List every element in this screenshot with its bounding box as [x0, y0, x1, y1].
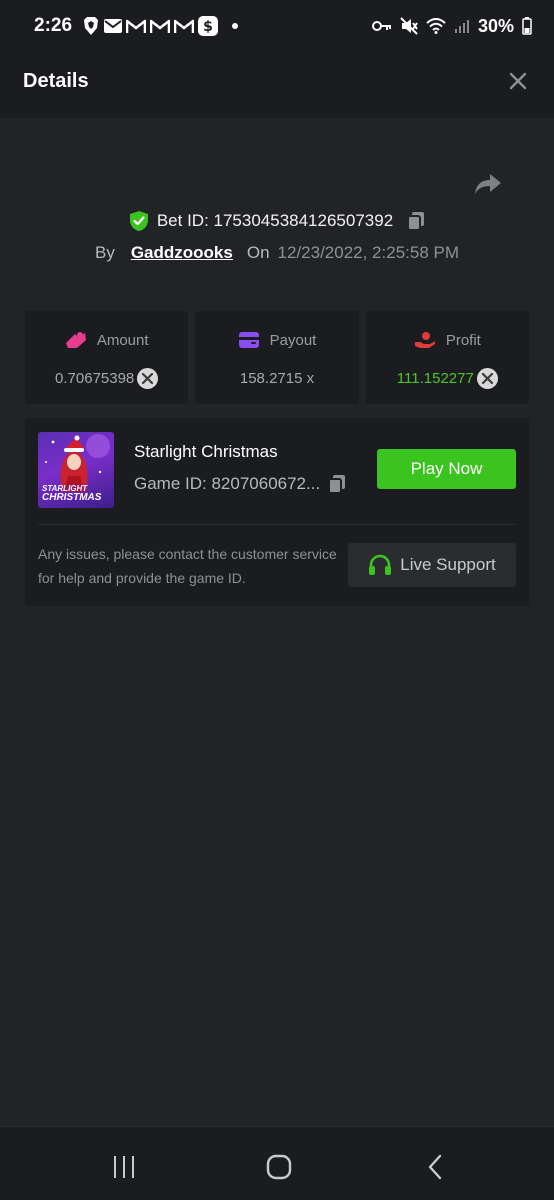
close-button[interactable] — [504, 67, 532, 95]
amount-stat: Amount 0.70675398 — [25, 311, 189, 404]
bet-id-row: Bet ID: 1753045384126507392 — [0, 204, 554, 238]
profit-label: Profit — [445, 331, 481, 349]
home-button[interactable] — [261, 1149, 297, 1185]
coin-icon — [137, 367, 159, 389]
live-support-button[interactable]: Live Support — [348, 543, 516, 587]
recents-button[interactable] — [106, 1149, 142, 1185]
game-thumbnail[interactable]: STARLIGHT CHRISTMAS — [38, 432, 114, 508]
copy-game-id-button[interactable] — [328, 474, 346, 494]
amount-label: Amount — [96, 331, 149, 349]
brave-icon — [82, 16, 100, 36]
cash-app-icon: $ — [198, 16, 219, 36]
mute-icon — [400, 17, 418, 35]
recents-icon — [114, 1156, 134, 1178]
by-label: By — [94, 243, 115, 262]
bet-stats: Amount 0.70675398 Payout 158.2715 x Prof… — [25, 311, 529, 404]
back-icon — [428, 1154, 442, 1180]
username-link[interactable]: Gaddzoooks — [131, 243, 233, 263]
copy-bet-id-button[interactable] — [407, 211, 425, 231]
gmail-icon — [150, 19, 171, 34]
game-thumbnail-title: STARLIGHT CHRISTMAS — [42, 484, 102, 503]
close-icon — [509, 72, 527, 90]
home-icon — [266, 1154, 292, 1180]
payout-value: 158.2715 x — [239, 369, 315, 387]
amount-value: 0.70675398 — [55, 369, 135, 387]
details-header: Details — [0, 44, 554, 118]
mail-icon — [104, 19, 123, 33]
page-title: Details — [23, 69, 89, 92]
wifi-icon — [426, 18, 446, 34]
payout-label: Payout — [269, 331, 317, 349]
profit-value: 111.152277 — [396, 369, 474, 387]
live-support-label: Live Support — [400, 555, 496, 574]
card-icon — [238, 331, 260, 349]
gmail-icon — [126, 19, 147, 34]
copy-icon — [407, 212, 425, 231]
notification-icons: $ — [82, 16, 239, 36]
bet-id: Bet ID: 1753045384126507392 — [156, 211, 394, 230]
on-label: On — [246, 243, 270, 262]
play-now-button[interactable]: Play Now — [377, 449, 516, 489]
card-divider — [38, 524, 516, 525]
battery-icon — [522, 17, 532, 35]
status-time: 2:26 — [34, 15, 73, 36]
payout-stat: Payout 158.2715 x — [195, 311, 359, 404]
support-text: Any issues, please contact the customer … — [38, 546, 337, 586]
signal-icon — [454, 18, 470, 34]
key-icon — [371, 20, 392, 32]
share-icon — [475, 174, 501, 194]
amount-icon — [65, 331, 87, 349]
game-card: STARLIGHT CHRISTMAS Starlight Christmas … — [25, 418, 529, 606]
profit-hand-icon — [414, 331, 436, 349]
gmail-icon — [174, 19, 195, 34]
bet-date: 12/23/2022, 2:25:58 PM — [277, 243, 460, 262]
battery-percent: 30% — [477, 15, 514, 36]
game-id: Game ID: 8207060672... — [134, 474, 321, 493]
profit-stat: Profit 111.152277 — [365, 311, 529, 404]
game-id-row: Game ID: 8207060672... — [134, 474, 346, 494]
share-button[interactable] — [472, 168, 504, 200]
system-icons: 30% — [371, 15, 532, 37]
dot-icon — [232, 23, 239, 29]
copy-icon — [328, 475, 346, 494]
back-button[interactable] — [417, 1149, 453, 1185]
bet-meta-row: By Gaddzoooks On 12/23/2022, 2:25:58 PM — [0, 238, 554, 268]
headset-icon — [368, 554, 392, 576]
svg-text:$: $ — [203, 19, 213, 35]
system-nav-bar — [0, 1126, 554, 1200]
coin-icon — [476, 367, 498, 389]
verified-shield-icon — [129, 210, 149, 232]
game-name: Starlight Christmas — [134, 442, 278, 461]
